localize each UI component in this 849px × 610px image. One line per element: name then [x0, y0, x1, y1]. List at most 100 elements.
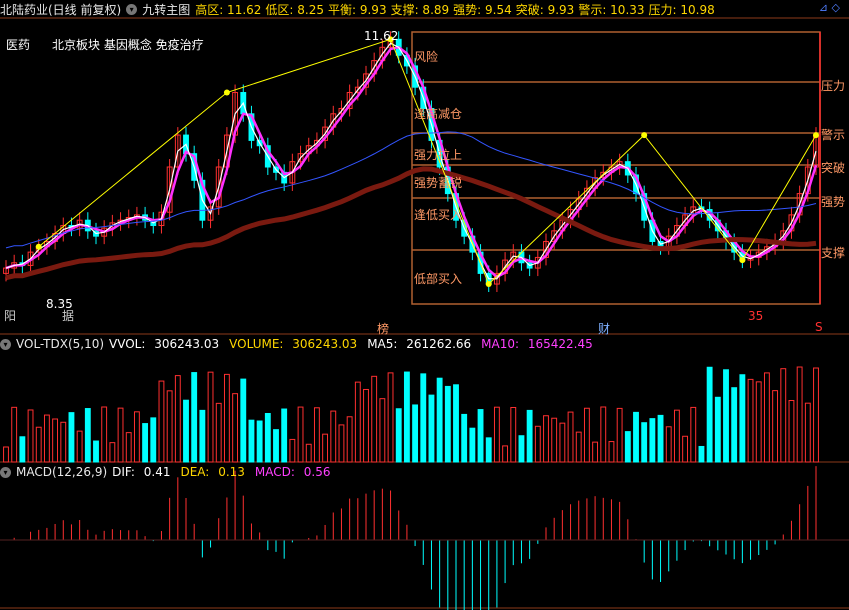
volume-bar — [363, 388, 369, 463]
volume-bar — [804, 402, 811, 463]
chart-canvas[interactable] — [0, 0, 849, 610]
volume-bar — [608, 441, 615, 463]
right-label-breakthrough: 突破 — [821, 161, 846, 175]
volume-bar — [150, 417, 157, 463]
ma-long-dashed — [5, 131, 817, 249]
volume-bar — [27, 409, 34, 463]
volume-bar — [788, 400, 795, 463]
volume-bar — [289, 438, 296, 463]
volume-bar — [395, 408, 402, 463]
volume-bar — [93, 440, 99, 463]
volume-bar — [690, 406, 697, 463]
volume-bar — [543, 415, 549, 463]
volume-bar — [420, 373, 427, 463]
volume-bar — [510, 406, 517, 463]
volume-bar — [502, 445, 509, 463]
marker-count-35: 35 — [748, 309, 764, 323]
level-strong-up: 强力拉上 — [414, 148, 463, 162]
volume-bar — [166, 390, 173, 463]
volume-bar — [723, 369, 729, 463]
volume-bar — [256, 420, 263, 463]
industry-label: 医药 — [6, 38, 31, 52]
volume-bar — [665, 426, 672, 463]
signal-dot — [739, 257, 746, 264]
volume-bar — [772, 390, 779, 463]
volume-bar — [526, 409, 533, 463]
board-label: 北京板块 基因概念 免疫治疗 — [52, 38, 204, 52]
macd-chevron-icon[interactable]: ▾ — [0, 466, 11, 478]
volume-bar — [371, 375, 378, 463]
ma5-label: MA5: 261262.66 — [367, 337, 472, 351]
right-label-warning: 警示 — [821, 128, 846, 142]
dif-label: DIF: 0.41 — [112, 465, 171, 479]
volume-bar — [567, 411, 574, 463]
macd-indicator-name[interactable]: MACD(12,26,9) — [16, 465, 107, 479]
level-strong-accum: 强势蓄锐 — [414, 176, 463, 190]
volume-bar — [68, 412, 75, 463]
right-label-strong: 强势 — [821, 195, 846, 209]
macd-info-bar: ▾ MACD(12,26,9) DIF: 0.41 DEA: 0.13 MACD… — [0, 463, 849, 481]
vvol-label: VVOL: 306243.03 — [109, 337, 220, 351]
volume-bar — [706, 366, 713, 463]
volume-bar — [322, 433, 329, 463]
dea-label: DEA: 0.13 — [180, 465, 245, 479]
volume-bar — [43, 414, 50, 463]
macd-label: MACD: 0.56 — [254, 465, 331, 479]
volume-bar — [559, 422, 566, 463]
volume-bar — [583, 407, 590, 463]
volume-bar — [133, 411, 140, 463]
volume-bar — [747, 378, 754, 463]
volume-bar — [403, 371, 410, 463]
volume-bar — [215, 402, 222, 463]
volume-bar — [183, 399, 189, 463]
signal-dot — [35, 243, 42, 250]
volume-bar — [305, 443, 312, 463]
volume-bar — [60, 421, 67, 463]
volume-bar — [461, 413, 468, 463]
volume-bar — [412, 404, 419, 463]
volume-bar — [763, 372, 770, 463]
volume-bar — [199, 409, 206, 463]
volume-bar — [436, 377, 443, 463]
volume-bar — [673, 409, 680, 463]
volume-bar — [174, 375, 181, 463]
high-price-label: 11.62 — [364, 29, 399, 43]
volume-bar — [682, 435, 689, 463]
volume-bar — [731, 387, 738, 463]
volume-bar — [657, 414, 664, 463]
volume-bar — [125, 432, 132, 463]
volume-bar — [19, 436, 26, 463]
volume-bar — [76, 430, 83, 463]
volume-bar — [158, 380, 165, 463]
volume-bar — [796, 366, 803, 463]
volume-bar — [493, 406, 500, 463]
left-tag-b: 据 — [62, 309, 75, 323]
volume-bar — [600, 406, 607, 463]
volume-bar — [273, 429, 279, 463]
level-high-reduce: 逢高减仓 — [414, 107, 463, 121]
volume-bar — [223, 373, 230, 463]
volume-bar — [739, 374, 746, 463]
volume-bar — [11, 406, 18, 463]
marker-s[interactable]: S — [815, 320, 823, 334]
volume-chevron-icon[interactable]: ▾ — [0, 338, 11, 350]
volume-bar — [3, 446, 9, 463]
volume-bar — [232, 393, 239, 463]
signal-dot — [641, 132, 648, 139]
volume-bar — [518, 435, 525, 463]
volume-bar — [616, 407, 623, 463]
left-tag-a: 阳 — [4, 309, 17, 323]
volume-bar — [633, 411, 639, 463]
volume-bar — [84, 408, 91, 463]
volume-bar — [453, 384, 459, 463]
volume-bar — [109, 442, 116, 463]
volume-bar — [240, 378, 247, 463]
volume-info-bar: ▾ VOL-TDX(5,10) VVOL: 306243.03 VOLUME: … — [0, 335, 849, 353]
volume-bar — [117, 407, 124, 463]
volume-indicator-name[interactable]: VOL-TDX(5,10) — [16, 337, 104, 351]
volume-bar — [714, 396, 721, 463]
volume-bar — [444, 385, 451, 463]
volume-bar — [264, 412, 271, 463]
level-low-buy: 逢低买入 — [414, 208, 463, 222]
right-label-support: 支撑 — [821, 246, 846, 260]
